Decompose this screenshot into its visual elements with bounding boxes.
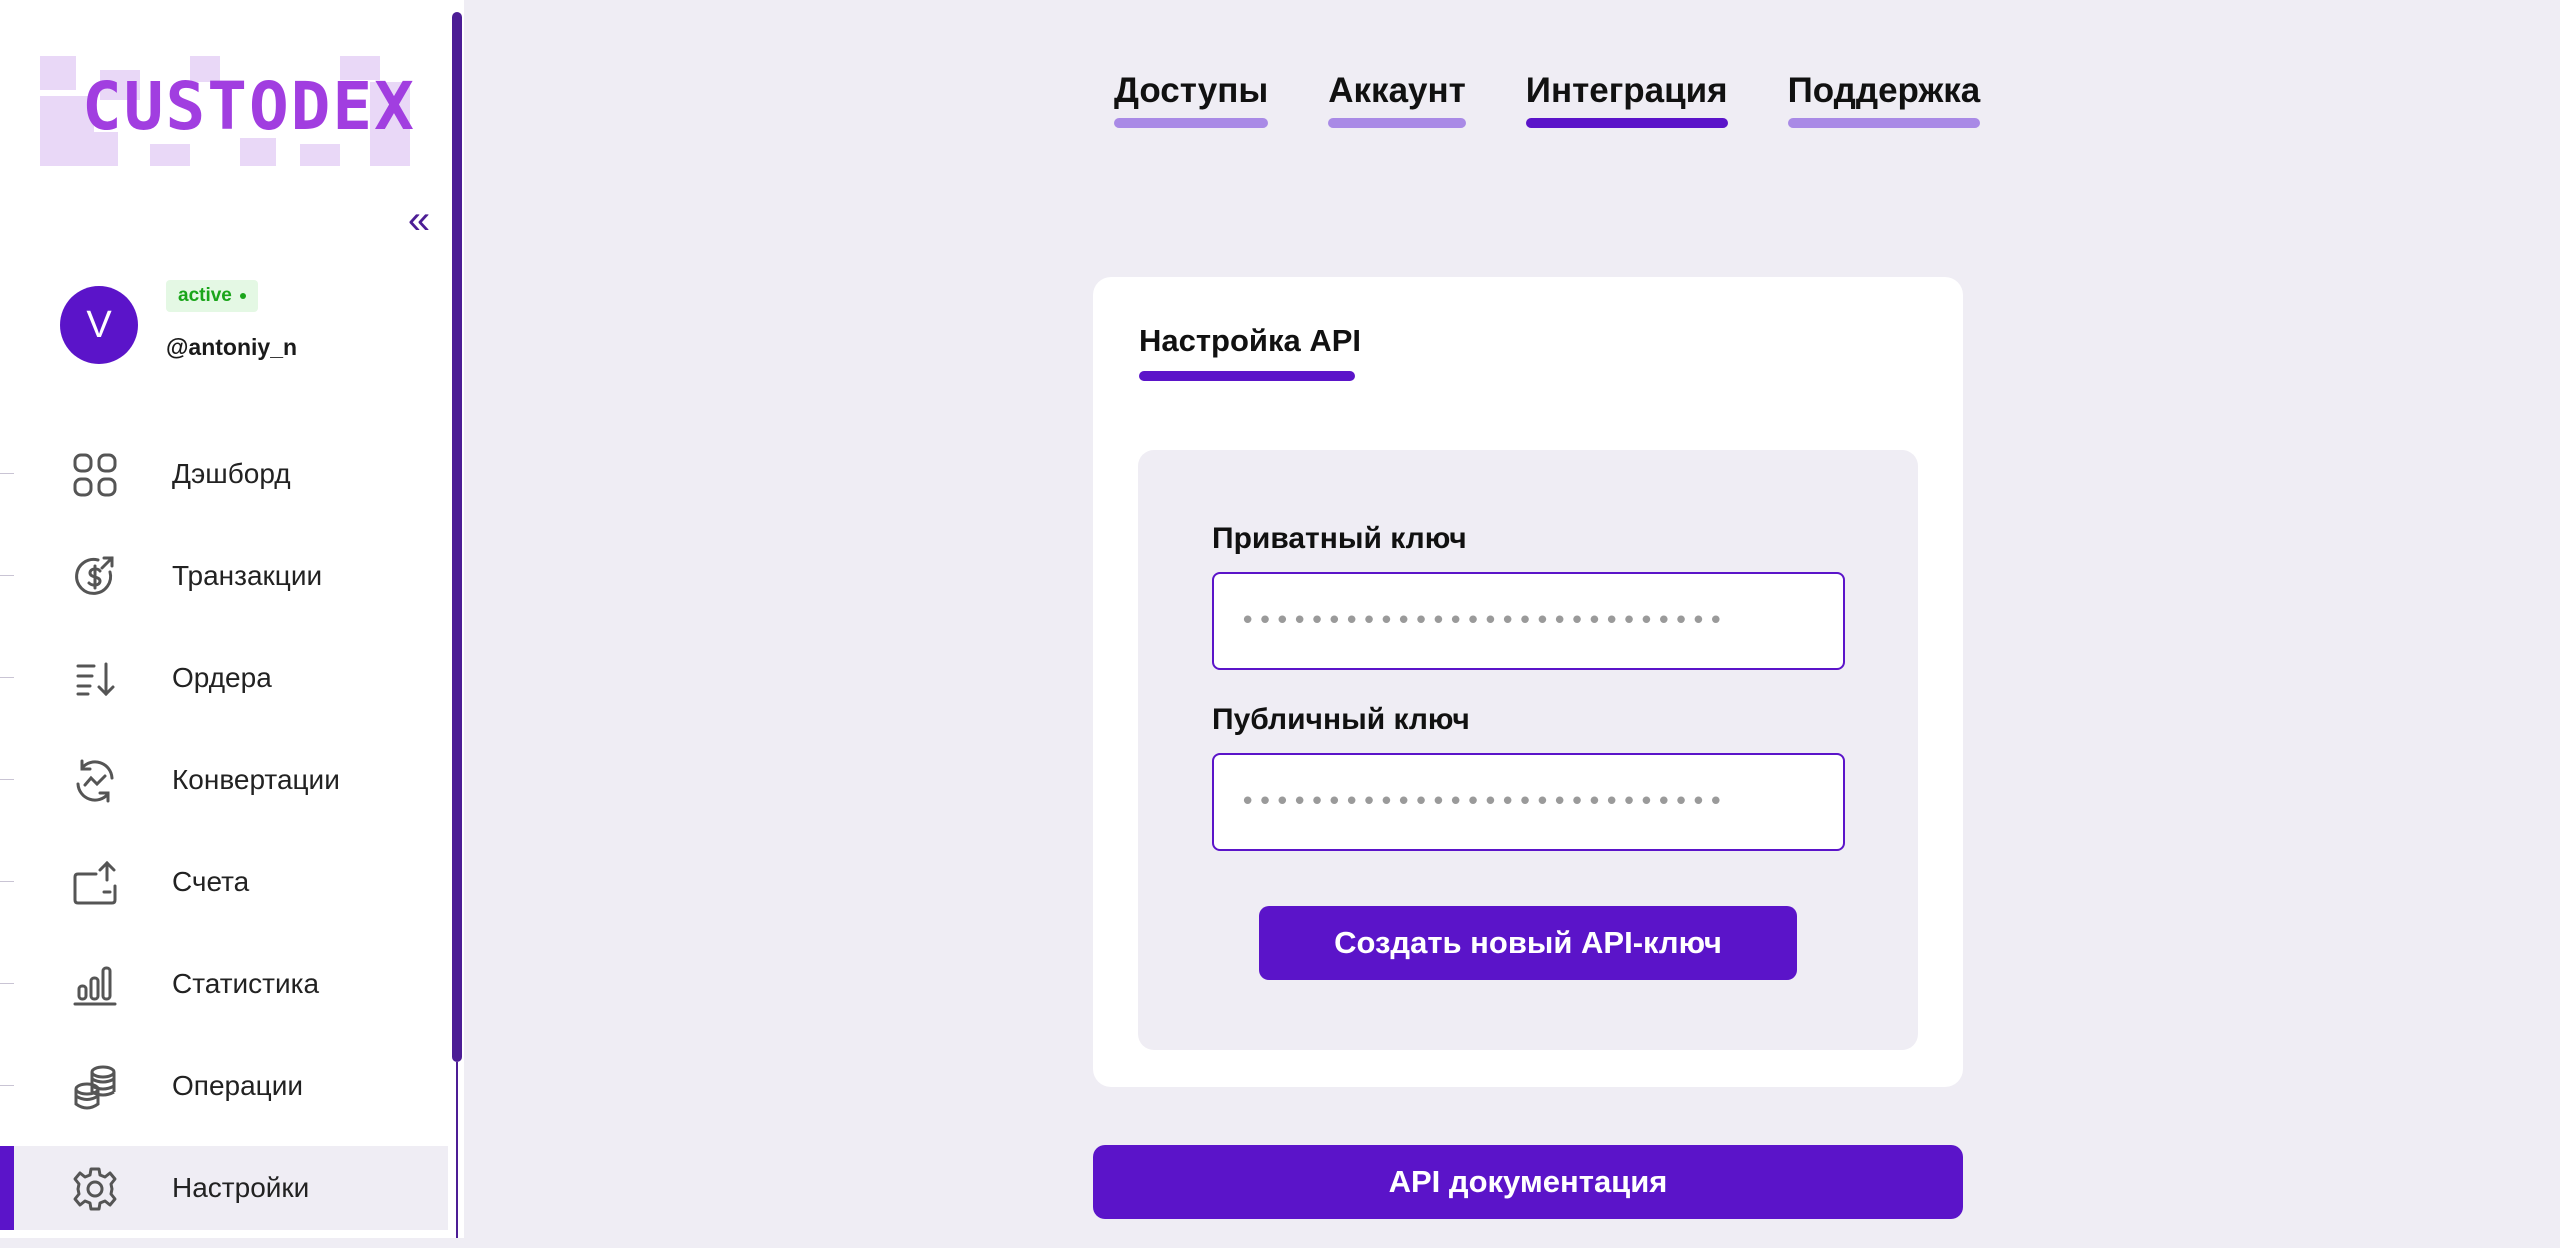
sidebar-item-operations[interactable]: Операции [0, 1044, 448, 1128]
tab-label: Интеграция [1525, 71, 1728, 110]
status-badge: active [166, 280, 258, 312]
public-key-label: Публичный ключ [1212, 703, 1470, 736]
avatar[interactable]: V [60, 286, 138, 364]
coin-stack-icon [70, 1062, 120, 1112]
sidebar-nav: Дэшборд Транзакции Ордера Конвертации Сч… [0, 432, 448, 1248]
conversion-cycle-icon [70, 756, 120, 806]
tab-underline [1328, 118, 1466, 128]
tab-label: Доступы [1114, 71, 1269, 110]
sidebar-item-label: Транзакции [172, 560, 323, 591]
tab-label: Аккаунт [1328, 71, 1466, 110]
tab-access[interactable]: Доступы [1114, 66, 1269, 128]
settings-tabs: Доступы Аккаунт Интеграция Поддержка [1114, 66, 1981, 128]
tab-label: Поддержка [1787, 71, 1981, 110]
tab-underline [1525, 118, 1728, 128]
create-api-key-button[interactable]: Создать новый API-ключ [1259, 906, 1797, 980]
sidebar-item-statistics[interactable]: Статистика [0, 942, 448, 1026]
collapse-sidebar-button[interactable]: « [404, 200, 434, 240]
nav-tick [0, 779, 14, 780]
nav-tick [0, 881, 14, 882]
tab-underline [1787, 118, 1981, 128]
sidebar-item-label: Конвертации [172, 764, 340, 795]
nav-tick [0, 677, 14, 678]
status-dot-icon [239, 292, 246, 299]
public-key-field[interactable]: •••••••••••••••••••••••••••• [1212, 753, 1845, 851]
tab-support[interactable]: Поддержка [1787, 66, 1981, 128]
sidebar-scrollbar-thumb[interactable] [452, 12, 462, 1062]
nav-tick [0, 1085, 14, 1086]
sidebar-item-transactions[interactable]: Транзакции [0, 534, 448, 618]
card-tab-underline [1139, 371, 1355, 381]
sidebar-item-conversions[interactable]: Конвертации [0, 738, 448, 822]
tab-account[interactable]: Аккаунт [1328, 66, 1466, 128]
gear-icon [70, 1164, 120, 1214]
logo-text: CUSTODEX [82, 68, 416, 145]
api-keys-panel: Приватный ключ •••••••••••••••••••••••••… [1138, 450, 1918, 1050]
sidebar-item-label: Статистика [172, 968, 320, 999]
dashboard-grid-icon [70, 450, 120, 500]
sidebar-item-orders[interactable]: Ордера [0, 636, 448, 720]
sidebar-item-label: Ордера [172, 662, 272, 693]
sidebar-item-label: Настройки [172, 1172, 310, 1203]
sidebar-item-label: Дэшборд [172, 458, 291, 489]
username: @antoniy_n [166, 334, 298, 360]
sidebar-item-label: Счета [172, 866, 250, 897]
card-tab-label: Настройка API [1139, 323, 1362, 358]
sort-list-icon [70, 654, 120, 704]
nav-tick [0, 473, 14, 474]
tab-integration[interactable]: Интеграция [1525, 66, 1728, 128]
tab-underline [1114, 118, 1269, 128]
api-docs-button[interactable]: API документация [1093, 1145, 1963, 1219]
tab-api-settings[interactable]: Настройка API [1139, 319, 1361, 381]
sidebar-scrollbar-line [456, 1062, 458, 1238]
bar-stats-icon [70, 960, 120, 1010]
wallet-upload-icon [70, 858, 120, 908]
nav-tick [0, 983, 14, 984]
private-key-field[interactable]: •••••••••••••••••••••••••••• [1212, 572, 1845, 670]
sidebar-item-label: Операции [172, 1070, 303, 1101]
sidebar-item-dashboard[interactable]: Дэшборд [0, 432, 448, 516]
sidebar: CUSTODEX « V active @antoniy_n Дэшборд Т… [0, 0, 464, 1238]
sidebar-item-settings[interactable]: Настройки [0, 1146, 448, 1230]
api-settings-card: Настройка API Приватный ключ •••••••••••… [1093, 277, 1963, 1087]
dollar-refresh-icon [70, 552, 120, 602]
private-key-label: Приватный ключ [1212, 522, 1467, 555]
nav-tick [0, 575, 14, 576]
status-text: active [178, 285, 232, 306]
logo: CUSTODEX [40, 56, 414, 166]
sidebar-item-accounts[interactable]: Счета [0, 840, 448, 924]
